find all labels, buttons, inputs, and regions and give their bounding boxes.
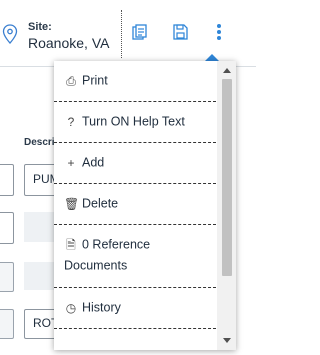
left-field-3[interactable] <box>0 262 14 292</box>
site-value: Roanoke, VA <box>28 35 110 51</box>
menu-item-history[interactable]: ◷ History <box>54 288 216 329</box>
description-field-2-placeholder <box>24 212 58 242</box>
scroll-thumb[interactable] <box>222 79 232 276</box>
scroll-up-arrow-icon <box>222 68 231 73</box>
save-button[interactable] <box>170 22 190 42</box>
menu-scrollbar[interactable] <box>217 61 236 350</box>
plus-icon: + <box>67 155 75 170</box>
scroll-down-arrow-icon <box>222 338 231 343</box>
trash-icon: 🗑 <box>64 196 80 211</box>
help-icon: ? <box>67 114 75 129</box>
menu-item-print[interactable]: ⎙ Print <box>54 61 216 102</box>
header-divider <box>121 10 122 58</box>
document-icon: 🗎 <box>66 237 76 252</box>
menu-item-label: Delete <box>82 196 119 211</box>
documents-button[interactable] <box>130 22 150 42</box>
menu-item-label: History <box>82 300 121 315</box>
description-field-3-placeholder <box>24 262 58 290</box>
documents-icon <box>132 24 147 40</box>
left-field-1[interactable] <box>0 164 14 196</box>
scroll-down-button[interactable] <box>217 334 236 348</box>
more-options-menu: ⎙ Print ? Turn ON Help Text + Add 🗑 Delete 🗎… <box>54 61 236 350</box>
clock-icon: ◷ <box>65 300 77 315</box>
menu-item-help-text[interactable]: ? Turn ON Help Text <box>54 102 216 143</box>
site-label: Site: <box>28 21 52 33</box>
more-vertical-icon <box>217 24 221 40</box>
menu-list: ⎙ Print ? Turn ON Help Text + Add 🗑 Delete 🗎… <box>54 61 216 329</box>
menu-item-delete[interactable]: 🗑 Delete <box>54 184 216 225</box>
menu-item-add[interactable]: + Add <box>54 143 216 184</box>
menu-item-reference-documents[interactable]: 🗎 0 Reference Documents <box>54 225 216 288</box>
more-options-button[interactable] <box>209 22 229 42</box>
scroll-up-button[interactable] <box>217 63 236 77</box>
save-icon <box>173 24 188 40</box>
location-pin-icon <box>2 24 18 44</box>
left-field-4[interactable] <box>0 309 14 339</box>
print-icon: ⎙ <box>66 73 76 88</box>
left-field-2[interactable] <box>0 212 14 244</box>
menu-item-label: Add <box>82 155 105 170</box>
menu-item-label: Turn ON Help Text <box>82 114 185 129</box>
menu-item-label: Print <box>82 73 108 88</box>
